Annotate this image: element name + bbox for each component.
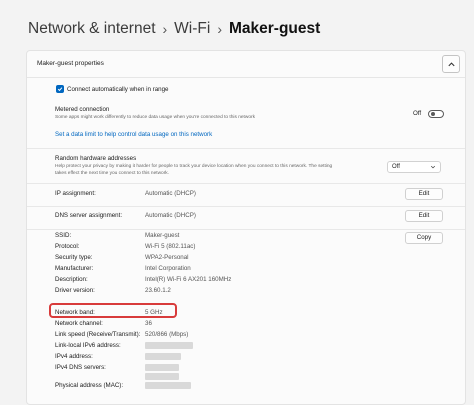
- prop-value-network-channel: 36: [145, 320, 152, 327]
- prop-label-ipv4: IPv4 address:: [55, 353, 93, 360]
- redacted-value: [145, 373, 179, 380]
- divider: [27, 229, 465, 230]
- ip-assignment-row: IP assignment: Automatic (DHCP) Edit: [27, 187, 465, 203]
- ip-assignment-value: Automatic (DHCP): [145, 190, 196, 197]
- random-hw-row: Random hardware addresses Help protect y…: [27, 155, 465, 185]
- prop-label-link-speed: Link speed (Receive/Transmit):: [55, 331, 141, 338]
- prop-label-network-channel: Network channel:: [55, 320, 103, 327]
- metered-row: Metered connection Some apps might work …: [27, 106, 465, 130]
- random-hw-description: Help protect your privacy by making it h…: [55, 164, 333, 169]
- page-title: Maker-guest: [229, 20, 321, 37]
- prop-label-description: Description:: [55, 276, 88, 283]
- dns-edit-button[interactable]: Edit: [405, 210, 443, 222]
- dns-assignment-label: DNS server assignment:: [55, 212, 123, 219]
- metered-toggle[interactable]: [428, 109, 444, 118]
- data-limit-link[interactable]: Set a data limit to help control data us…: [55, 131, 212, 138]
- properties-card: Maker-guest properties Connect automatic…: [26, 50, 466, 405]
- prop-value-manufacturer: Intel Corporation: [145, 265, 191, 272]
- metered-description: Some apps might work differently to redu…: [55, 115, 256, 120]
- breadcrumb-separator: ›: [162, 21, 168, 37]
- network-band-highlight: [49, 303, 177, 318]
- checkmark-icon: [57, 87, 63, 92]
- ip-edit-button[interactable]: Edit: [405, 188, 443, 200]
- prop-value-protocol: Wi-Fi 5 (802.11ac): [145, 243, 196, 250]
- card-header[interactable]: Maker-guest properties: [27, 51, 465, 78]
- breadcrumb-separator: ›: [217, 21, 222, 37]
- ip-assignment-label: IP assignment:: [55, 190, 96, 197]
- prop-value-link-speed: 520/866 (Mbps): [145, 331, 189, 338]
- breadcrumb: Network & internet › Wi-Fi › Maker-guest: [28, 20, 320, 38]
- breadcrumb-wifi[interactable]: Wi-Fi: [174, 20, 210, 38]
- dns-assignment-value: Automatic (DHCP): [145, 212, 196, 219]
- divider: [27, 148, 465, 149]
- prop-label-ipv6: Link-local IPv6 address:: [55, 342, 121, 349]
- random-hw-selected: Off: [392, 164, 400, 170]
- connect-auto-label: Connect automatically when in range: [67, 85, 169, 93]
- metered-title: Metered connection: [55, 106, 110, 113]
- card-title: Maker-guest properties: [37, 60, 104, 67]
- copy-button[interactable]: Copy: [405, 232, 443, 244]
- chevron-down-icon: [430, 165, 436, 169]
- redacted-value: [145, 382, 191, 389]
- redacted-value: [145, 342, 193, 349]
- prop-label-mac: Physical address (MAC):: [55, 382, 124, 389]
- prop-label-protocol: Protocol:: [55, 243, 80, 250]
- random-hw-title: Random hardware addresses: [55, 155, 137, 162]
- redacted-value: [145, 353, 181, 360]
- prop-label-manufacturer: Manufacturer:: [55, 265, 94, 272]
- prop-label-security: Security type:: [55, 254, 93, 261]
- connect-auto-checkbox[interactable]: [56, 85, 64, 93]
- redacted-value: [145, 364, 179, 371]
- connect-auto-row: Connect automatically when in range: [27, 85, 465, 97]
- prop-value-driver-version: 23.60.1.2: [145, 287, 171, 294]
- dns-assignment-row: DNS server assignment: Automatic (DHCP) …: [27, 209, 465, 225]
- random-hw-description-2: takes effect the next time you connect t…: [55, 171, 170, 176]
- divider: [27, 183, 465, 184]
- prop-label-ipv4-dns: IPv4 DNS servers:: [55, 364, 106, 371]
- divider: [27, 206, 465, 207]
- collapse-button[interactable]: [442, 55, 460, 73]
- chevron-up-icon: [447, 61, 455, 66]
- prop-value-ssid: Maker-guest: [145, 232, 180, 239]
- metered-state-label: Off: [413, 110, 422, 117]
- toggle-knob: [430, 111, 435, 116]
- breadcrumb-network-internet[interactable]: Network & internet: [28, 20, 156, 38]
- prop-label-ssid: SSID:: [55, 232, 72, 239]
- prop-label-driver-version: Driver version:: [55, 287, 95, 294]
- random-hw-select[interactable]: Off: [387, 161, 441, 173]
- prop-value-description: Intel(R) Wi-Fi 6 AX201 160MHz: [145, 276, 232, 283]
- prop-value-security: WPA2-Personal: [145, 254, 189, 261]
